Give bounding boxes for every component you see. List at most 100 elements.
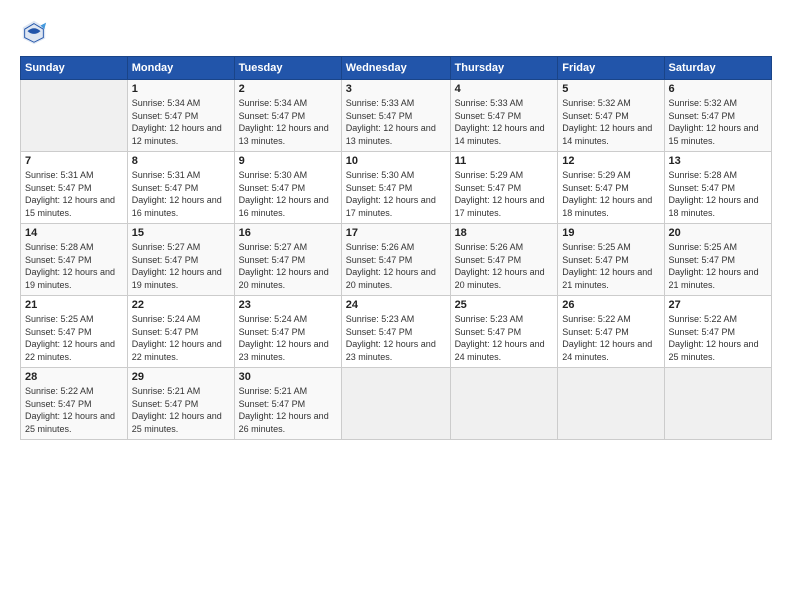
day-info: Sunrise: 5:23 AMSunset: 5:47 PMDaylight:… xyxy=(455,313,554,363)
day-number: 8 xyxy=(132,155,230,167)
calendar-cell: 24 Sunrise: 5:23 AMSunset: 5:47 PMDayligh… xyxy=(341,296,450,368)
day-number: 11 xyxy=(455,155,554,167)
day-number: 10 xyxy=(346,155,446,167)
weekday-header-monday: Monday xyxy=(127,57,234,80)
day-info: Sunrise: 5:31 AMSunset: 5:47 PMDaylight:… xyxy=(132,169,230,219)
day-number: 9 xyxy=(239,155,337,167)
day-info: Sunrise: 5:29 AMSunset: 5:47 PMDaylight:… xyxy=(455,169,554,219)
day-info: Sunrise: 5:34 AMSunset: 5:47 PMDaylight:… xyxy=(239,97,337,147)
day-info: Sunrise: 5:25 AMSunset: 5:47 PMDaylight:… xyxy=(669,241,767,291)
day-number: 27 xyxy=(669,299,767,311)
day-info: Sunrise: 5:29 AMSunset: 5:47 PMDaylight:… xyxy=(562,169,659,219)
calendar-cell: 19 Sunrise: 5:25 AMSunset: 5:47 PMDayligh… xyxy=(558,224,664,296)
logo xyxy=(20,18,52,46)
day-number: 23 xyxy=(239,299,337,311)
calendar-cell: 20 Sunrise: 5:25 AMSunset: 5:47 PMDayligh… xyxy=(664,224,771,296)
calendar-cell: 26 Sunrise: 5:22 AMSunset: 5:47 PMDayligh… xyxy=(558,296,664,368)
calendar-page: SundayMondayTuesdayWednesdayThursdayFrid… xyxy=(0,0,792,612)
calendar-cell: 6Sunrise: 5:32 AMSunset: 5:47 PMDaylight… xyxy=(664,80,771,152)
day-info: Sunrise: 5:31 AMSunset: 5:47 PMDaylight:… xyxy=(25,169,123,219)
day-number: 5 xyxy=(562,83,659,95)
day-info: Sunrise: 5:30 AMSunset: 5:47 PMDaylight:… xyxy=(346,169,446,219)
day-info: Sunrise: 5:21 AMSunset: 5:47 PMDaylight:… xyxy=(132,385,230,435)
calendar-cell: 21Sunrise: 5:25 AMSunset: 5:47 PMDayligh… xyxy=(21,296,128,368)
day-info: Sunrise: 5:24 AMSunset: 5:47 PMDaylight:… xyxy=(239,313,337,363)
day-info: Sunrise: 5:27 AMSunset: 5:47 PMDaylight:… xyxy=(132,241,230,291)
calendar-week-4: 21Sunrise: 5:25 AMSunset: 5:47 PMDayligh… xyxy=(21,296,772,368)
weekday-header-tuesday: Tuesday xyxy=(234,57,341,80)
day-info: Sunrise: 5:26 AMSunset: 5:47 PMDaylight:… xyxy=(455,241,554,291)
calendar-cell: 22 Sunrise: 5:24 AMSunset: 5:47 PMDayligh… xyxy=(127,296,234,368)
calendar-cell xyxy=(21,80,128,152)
day-number: 26 xyxy=(562,299,659,311)
calendar-cell: 25 Sunrise: 5:23 AMSunset: 5:47 PMDayligh… xyxy=(450,296,558,368)
day-number: 3 xyxy=(346,83,446,95)
header xyxy=(20,18,772,46)
calendar-cell: 9 Sunrise: 5:30 AMSunset: 5:47 PMDaylight… xyxy=(234,152,341,224)
weekday-header-thursday: Thursday xyxy=(450,57,558,80)
day-info: Sunrise: 5:22 AMSunset: 5:47 PMDaylight:… xyxy=(25,385,123,435)
day-number: 20 xyxy=(669,227,767,239)
calendar-week-5: 28 Sunrise: 5:22 AMSunset: 5:47 PMDayligh… xyxy=(21,368,772,440)
calendar-week-2: 7Sunrise: 5:31 AMSunset: 5:47 PMDaylight… xyxy=(21,152,772,224)
calendar-cell: 5 Sunrise: 5:32 AMSunset: 5:47 PMDaylight… xyxy=(558,80,664,152)
day-info: Sunrise: 5:28 AMSunset: 5:47 PMDaylight:… xyxy=(25,241,123,291)
day-number: 18 xyxy=(455,227,554,239)
weekday-header-friday: Friday xyxy=(558,57,664,80)
calendar-cell: 14Sunrise: 5:28 AMSunset: 5:47 PMDayligh… xyxy=(21,224,128,296)
calendar-cell: 15 Sunrise: 5:27 AMSunset: 5:47 PMDayligh… xyxy=(127,224,234,296)
day-number: 28 xyxy=(25,371,123,383)
day-info: Sunrise: 5:22 AMSunset: 5:47 PMDaylight:… xyxy=(562,313,659,363)
day-info: Sunrise: 5:30 AMSunset: 5:47 PMDaylight:… xyxy=(239,169,337,219)
calendar-cell: 30 Sunrise: 5:21 AMSunset: 5:47 PMDayligh… xyxy=(234,368,341,440)
day-number: 4 xyxy=(455,83,554,95)
calendar-week-3: 14Sunrise: 5:28 AMSunset: 5:47 PMDayligh… xyxy=(21,224,772,296)
calendar-cell: 10 Sunrise: 5:30 AMSunset: 5:47 PMDayligh… xyxy=(341,152,450,224)
calendar-cell: 27 Sunrise: 5:22 AMSunset: 5:47 PMDayligh… xyxy=(664,296,771,368)
day-info: Sunrise: 5:21 AMSunset: 5:47 PMDaylight:… xyxy=(239,385,337,435)
calendar-table: SundayMondayTuesdayWednesdayThursdayFrid… xyxy=(20,56,772,440)
day-info: Sunrise: 5:33 AMSunset: 5:47 PMDaylight:… xyxy=(346,97,446,147)
day-info: Sunrise: 5:33 AMSunset: 5:47 PMDaylight:… xyxy=(455,97,554,147)
calendar-cell xyxy=(450,368,558,440)
calendar-cell xyxy=(664,368,771,440)
day-info: Sunrise: 5:22 AMSunset: 5:47 PMDaylight:… xyxy=(669,313,767,363)
calendar-cell: 23 Sunrise: 5:24 AMSunset: 5:47 PMDayligh… xyxy=(234,296,341,368)
day-info: Sunrise: 5:32 AMSunset: 5:47 PMDaylight:… xyxy=(669,97,767,147)
day-number: 12 xyxy=(562,155,659,167)
day-info: Sunrise: 5:32 AMSunset: 5:47 PMDaylight:… xyxy=(562,97,659,147)
calendar-cell: 17Sunrise: 5:26 AMSunset: 5:47 PMDayligh… xyxy=(341,224,450,296)
calendar-cell: 1 Sunrise: 5:34 AMSunset: 5:47 PMDaylight… xyxy=(127,80,234,152)
calendar-cell: 8 Sunrise: 5:31 AMSunset: 5:47 PMDaylight… xyxy=(127,152,234,224)
calendar-cell: 16 Sunrise: 5:27 AMSunset: 5:47 PMDayligh… xyxy=(234,224,341,296)
weekday-header-sunday: Sunday xyxy=(21,57,128,80)
day-info: Sunrise: 5:34 AMSunset: 5:47 PMDaylight:… xyxy=(132,97,230,147)
day-number: 21 xyxy=(25,299,123,311)
day-number: 25 xyxy=(455,299,554,311)
day-number: 19 xyxy=(562,227,659,239)
day-number: 24 xyxy=(346,299,446,311)
calendar-cell xyxy=(341,368,450,440)
calendar-cell: 12 Sunrise: 5:29 AMSunset: 5:47 PMDayligh… xyxy=(558,152,664,224)
day-number: 30 xyxy=(239,371,337,383)
day-info: Sunrise: 5:27 AMSunset: 5:47 PMDaylight:… xyxy=(239,241,337,291)
day-number: 2 xyxy=(239,83,337,95)
day-number: 22 xyxy=(132,299,230,311)
day-info: Sunrise: 5:25 AMSunset: 5:47 PMDaylight:… xyxy=(562,241,659,291)
day-info: Sunrise: 5:26 AMSunset: 5:47 PMDaylight:… xyxy=(346,241,446,291)
day-number: 1 xyxy=(132,83,230,95)
day-info: Sunrise: 5:24 AMSunset: 5:47 PMDaylight:… xyxy=(132,313,230,363)
weekday-header-saturday: Saturday xyxy=(664,57,771,80)
calendar-cell: 3 Sunrise: 5:33 AMSunset: 5:47 PMDaylight… xyxy=(341,80,450,152)
day-number: 15 xyxy=(132,227,230,239)
logo-icon xyxy=(20,18,48,46)
day-number: 13 xyxy=(669,155,767,167)
day-info: Sunrise: 5:23 AMSunset: 5:47 PMDaylight:… xyxy=(346,313,446,363)
weekday-header-row: SundayMondayTuesdayWednesdayThursdayFrid… xyxy=(21,57,772,80)
calendar-week-1: 1 Sunrise: 5:34 AMSunset: 5:47 PMDaylight… xyxy=(21,80,772,152)
calendar-cell: 7Sunrise: 5:31 AMSunset: 5:47 PMDaylight… xyxy=(21,152,128,224)
day-number: 16 xyxy=(239,227,337,239)
day-info: Sunrise: 5:28 AMSunset: 5:47 PMDaylight:… xyxy=(669,169,767,219)
day-number: 29 xyxy=(132,371,230,383)
calendar-cell: 29 Sunrise: 5:21 AMSunset: 5:47 PMDayligh… xyxy=(127,368,234,440)
